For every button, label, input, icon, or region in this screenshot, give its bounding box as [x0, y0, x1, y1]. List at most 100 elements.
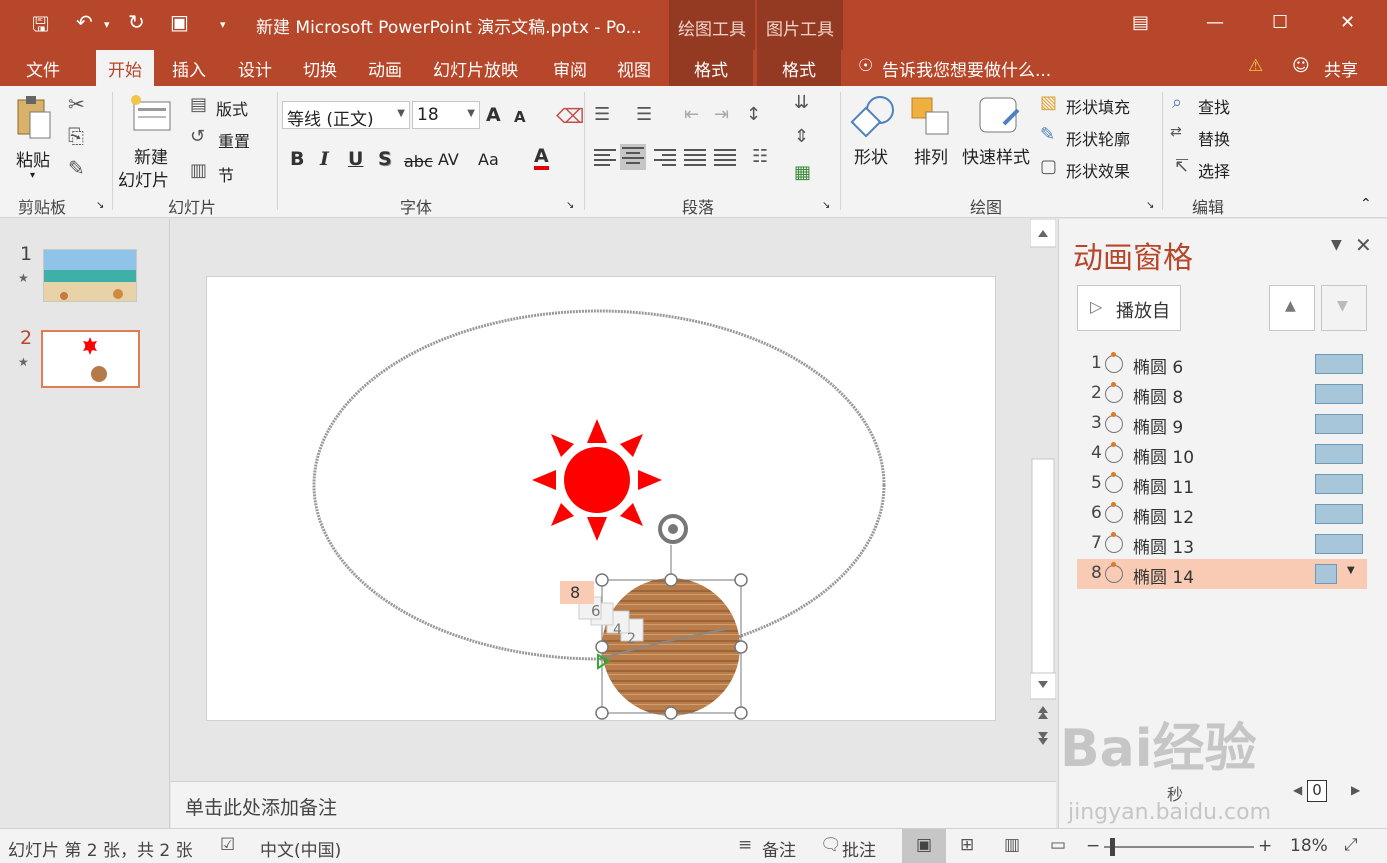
bold-button[interactable]: B: [290, 148, 304, 170]
slide-sorter-icon[interactable]: ⊞: [960, 835, 974, 855]
font-name-combo[interactable]: 等线 (正文) ▼: [282, 101, 410, 130]
tab-file[interactable]: 文件: [26, 56, 60, 81]
decrease-indent-icon[interactable]: ⇤: [684, 104, 699, 125]
numbering-icon[interactable]: ☰: [636, 104, 652, 125]
item-dropdown-icon[interactable]: ▼: [1347, 565, 1355, 576]
timeline-bar[interactable]: [1315, 564, 1337, 584]
slideshow-view-icon[interactable]: ▭: [1050, 835, 1066, 855]
language-indicator[interactable]: 中文(中国): [260, 836, 341, 861]
copy-icon[interactable]: ⎘: [68, 124, 84, 148]
tab-format-picture[interactable]: 格式: [782, 56, 816, 81]
zoom-out-icon[interactable]: −: [1086, 836, 1100, 856]
warning-icon[interactable]: ⚠: [1248, 56, 1263, 76]
increase-indent-icon[interactable]: ⇥: [714, 104, 729, 125]
wood-circle-shape[interactable]: [602, 578, 740, 716]
rotate-handle-icon[interactable]: [658, 514, 688, 544]
columns-icon[interactable]: ☷: [752, 146, 768, 167]
align-right-icon[interactable]: [652, 146, 678, 172]
quick-styles-icon[interactable]: [974, 94, 1024, 140]
anim-list-item[interactable]: 6 椭圆 12: [1077, 499, 1367, 529]
find-icon[interactable]: ⌕: [1172, 92, 1182, 113]
new-slide-icon[interactable]: [128, 92, 174, 136]
vertical-scrollbar[interactable]: [1029, 218, 1057, 779]
section-icon[interactable]: ▥: [190, 160, 207, 181]
pane-options-icon[interactable]: ▼: [1331, 237, 1342, 253]
notes-toggle[interactable]: 备注: [762, 836, 796, 861]
zoom-in-icon[interactable]: +: [1258, 836, 1272, 856]
tab-slideshow[interactable]: 幻灯片放映: [433, 56, 518, 81]
anim-list-item-selected[interactable]: 8 椭圆 14 ▼: [1077, 559, 1367, 589]
chevron-down-icon[interactable]: ▼: [467, 108, 475, 119]
minimize-icon[interactable]: —: [1206, 12, 1224, 33]
section-button[interactable]: 节: [218, 162, 234, 186]
paste-button[interactable]: 粘贴: [16, 146, 50, 171]
shape-fill-icon[interactable]: ▧: [1040, 92, 1057, 113]
spell-check-icon[interactable]: ☑: [220, 835, 235, 855]
tell-me-search[interactable]: 告诉我您想要做什么...: [882, 56, 1051, 81]
text-direction-icon[interactable]: ⇊: [794, 92, 809, 113]
zoom-slider-thumb[interactable]: [1110, 838, 1115, 856]
italic-button[interactable]: I: [320, 148, 329, 170]
maximize-icon[interactable]: ☐: [1272, 12, 1288, 33]
quick-styles-button[interactable]: 快速样式: [962, 143, 1030, 168]
tab-home[interactable]: 开始: [96, 50, 154, 86]
tab-format-drawing[interactable]: 格式: [694, 56, 728, 81]
timeline-bar[interactable]: [1315, 474, 1363, 494]
slide-thumbnail-2[interactable]: [41, 330, 140, 388]
strikethrough-button[interactable]: abc: [404, 152, 433, 171]
arrange-button[interactable]: 排列: [914, 143, 948, 168]
convert-to-smartart-icon[interactable]: ▦: [794, 162, 811, 183]
shape-fill-button[interactable]: 形状填充: [1066, 94, 1130, 118]
timeline-bar[interactable]: [1315, 414, 1363, 434]
find-button[interactable]: 查找: [1198, 94, 1230, 118]
notes-pane[interactable]: 单击此处添加备注: [171, 781, 1056, 828]
cut-icon[interactable]: ✂: [68, 92, 85, 116]
notes-icon[interactable]: ≡: [738, 835, 752, 855]
close-pane-icon[interactable]: ✕: [1355, 233, 1372, 257]
align-text-icon[interactable]: ⇕: [794, 126, 809, 147]
line-spacing-icon[interactable]: ↕: [746, 104, 761, 125]
shadow-button[interactable]: S: [378, 148, 392, 170]
distributed-icon[interactable]: [712, 146, 738, 172]
play-from-button[interactable]: ▷ 播放自: [1077, 285, 1181, 331]
align-left-icon[interactable]: [592, 146, 618, 172]
bullets-icon[interactable]: ☰: [594, 104, 610, 125]
tab-transitions[interactable]: 切换: [303, 56, 337, 81]
anim-list-item[interactable]: 2 椭圆 8: [1077, 379, 1367, 409]
chevron-down-icon[interactable]: ▼: [397, 108, 405, 119]
comments-icon[interactable]: 🗨: [820, 835, 842, 855]
notes-placeholder[interactable]: 单击此处添加备注: [185, 793, 337, 820]
anim-list-item[interactable]: 1 椭圆 6: [1077, 349, 1367, 379]
normal-view-button[interactable]: ▣: [902, 829, 946, 863]
font-launcher-icon[interactable]: ↘: [566, 200, 574, 211]
anim-list-item[interactable]: 7 椭圆 13: [1077, 529, 1367, 559]
comments-toggle[interactable]: 批注: [842, 836, 876, 861]
zoom-level[interactable]: 18%: [1290, 836, 1328, 856]
reset-icon[interactable]: ↺: [190, 126, 205, 147]
tab-design[interactable]: 设计: [238, 56, 272, 81]
tab-animations[interactable]: 动画: [368, 56, 402, 81]
layout-button[interactable]: 版式: [216, 96, 248, 120]
timeline-bar[interactable]: [1315, 534, 1363, 554]
move-down-button[interactable]: ▼: [1321, 285, 1367, 331]
replace-button[interactable]: 替换: [1198, 126, 1230, 150]
shape-effects-button[interactable]: 形状效果: [1066, 158, 1130, 182]
timeline-bar[interactable]: [1315, 504, 1363, 524]
redo-icon[interactable]: ↻: [128, 10, 145, 34]
grow-font-button[interactable]: A: [486, 104, 501, 126]
animation-tag[interactable]: 6: [591, 602, 601, 620]
slide-canvas[interactable]: 8 6 4 2: [206, 276, 996, 721]
fit-to-window-icon[interactable]: ⤢: [1344, 835, 1358, 855]
tab-view[interactable]: 视图: [617, 56, 651, 81]
timeline-zoom-value[interactable]: 0: [1307, 780, 1327, 802]
animation-tag[interactable]: 8: [570, 583, 580, 602]
ribbon-display-options-icon[interactable]: ▤: [1132, 12, 1149, 33]
shapes-icon[interactable]: [850, 94, 896, 140]
format-painter-icon[interactable]: ✎: [68, 156, 85, 180]
new-slide-label-1[interactable]: 新建: [134, 143, 168, 168]
close-icon[interactable]: ✕: [1340, 12, 1355, 33]
zoom-slider[interactable]: [1104, 846, 1254, 848]
slide-thumbnail-1[interactable]: [43, 249, 137, 302]
paste-dropdown-icon[interactable]: ▾: [30, 170, 35, 181]
timeline-bar[interactable]: [1315, 384, 1363, 404]
